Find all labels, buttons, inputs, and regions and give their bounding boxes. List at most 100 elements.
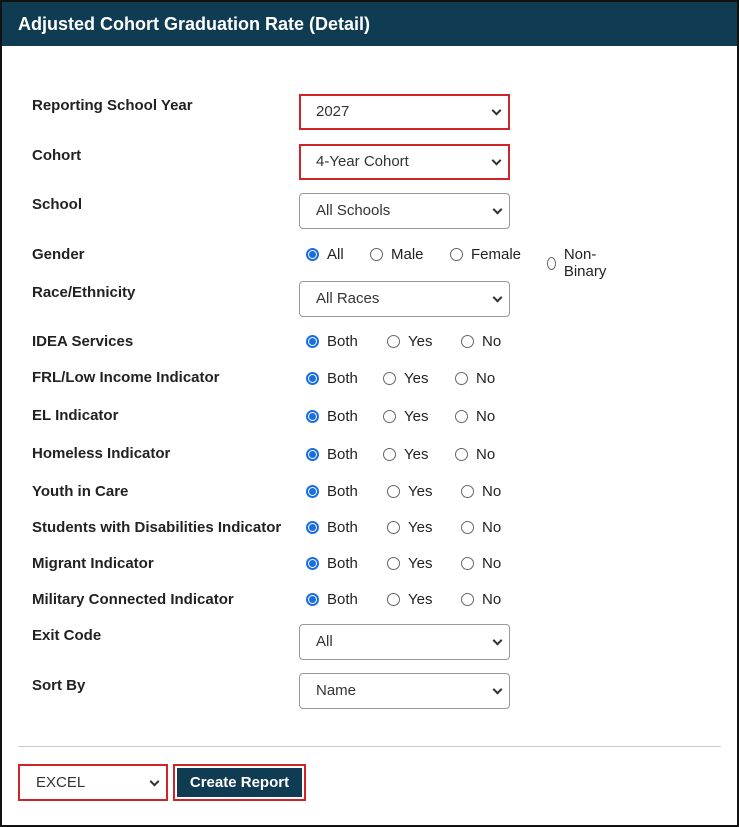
homeless-option-no[interactable]: No [455,446,495,463]
chevron-down-icon [491,155,502,166]
chevron-down-icon [492,635,503,646]
migrant-option-yes[interactable]: Yes [387,555,432,572]
option-label: No [476,370,496,387]
gender-option-female[interactable]: Female [450,246,521,263]
radio-icon[interactable] [461,557,474,570]
option-label: Yes [404,370,429,387]
radio-icon[interactable] [450,248,463,261]
reporting-school-year-value: 2027 [316,103,350,120]
option-label: Yes [408,333,433,350]
option-label: Both [327,519,358,536]
gender-option-all[interactable]: All [306,246,344,263]
radio-icon[interactable] [387,485,400,498]
race-ethnicity-value: All Races [316,290,380,307]
radio-checked-icon[interactable] [306,372,319,385]
option-label: Both [327,483,358,500]
swd-option-yes[interactable]: Yes [387,519,432,536]
el-option-both[interactable]: Both [306,408,358,425]
create-report-button[interactable]: Create Report [173,764,306,801]
el-option-yes[interactable]: Yes [383,408,428,425]
radio-icon[interactable] [383,372,396,385]
radio-icon[interactable] [387,557,400,570]
military-label: Military Connected Indicator [32,591,234,608]
radio-icon[interactable] [455,448,468,461]
reporting-school-year-select[interactable]: 2027 [299,94,510,130]
school-select[interactable]: All Schools [299,193,510,229]
report-panel: Adjusted Cohort Graduation Rate (Detail)… [0,0,739,827]
youth-option-no[interactable]: No [461,483,501,500]
gender-option-male[interactable]: Male [370,246,424,263]
radio-icon[interactable] [461,485,474,498]
military-option-no[interactable]: No [461,591,501,608]
idea-option-yes[interactable]: Yes [387,333,432,350]
exit-code-select[interactable]: All [299,624,510,660]
el-option-no[interactable]: No [455,408,495,425]
option-label: No [476,408,496,425]
frl-option-no[interactable]: No [455,370,495,387]
radio-checked-icon[interactable] [306,485,319,498]
radio-icon[interactable] [461,521,474,534]
cohort-select[interactable]: 4-Year Cohort [299,144,510,180]
military-option-yes[interactable]: Yes [387,591,432,608]
migrant-option-both[interactable]: Both [306,555,358,572]
option-label: Male [391,246,424,263]
radio-checked-icon[interactable] [306,335,319,348]
race-ethnicity-label: Race/Ethnicity [32,284,136,301]
option-label: Both [327,408,358,425]
radio-icon[interactable] [383,410,396,423]
chevron-down-icon [149,776,160,787]
radio-checked-icon[interactable] [306,557,319,570]
option-label: No [482,519,502,536]
exit-code-value: All [316,633,333,650]
sort-by-value: Name [316,682,357,699]
radio-checked-icon[interactable] [306,410,319,423]
radio-icon[interactable] [455,410,468,423]
option-label: Yes [404,446,429,463]
military-option-both[interactable]: Both [306,591,358,608]
youth-option-both[interactable]: Both [306,483,358,500]
frl-option-both[interactable]: Both [306,370,358,387]
youth-option-yes[interactable]: Yes [387,483,432,500]
el-label: EL Indicator [32,407,119,424]
radio-checked-icon[interactable] [306,248,319,261]
school-value: All Schools [316,202,391,219]
divider [18,746,721,747]
radio-icon[interactable] [383,448,396,461]
radio-icon[interactable] [461,593,474,606]
option-label: No [476,446,496,463]
youth-in-care-label: Youth in Care [32,483,129,500]
idea-option-no[interactable]: No [461,333,501,350]
idea-option-both[interactable]: Both [306,333,358,350]
swd-label: Students with Disabilities Indicator [32,519,282,536]
panel-title: Adjusted Cohort Graduation Rate (Detail) [2,2,737,46]
sort-by-select[interactable]: Name [299,673,510,709]
frl-option-yes[interactable]: Yes [383,370,428,387]
option-label: Both [327,333,358,350]
radio-icon[interactable] [455,372,468,385]
swd-option-both[interactable]: Both [306,519,358,536]
gender-option-non-binary[interactable]: Non-Binary [547,246,611,280]
homeless-label: Homeless Indicator [32,445,171,462]
radio-icon[interactable] [387,335,400,348]
race-ethnicity-select[interactable]: All Races [299,281,510,317]
swd-option-no[interactable]: No [461,519,501,536]
migrant-option-no[interactable]: No [461,555,501,572]
chevron-down-icon [491,105,502,116]
reporting-school-year-label: Reporting School Year [32,97,193,114]
radio-icon[interactable] [387,521,400,534]
option-label: Both [327,591,358,608]
radio-checked-icon[interactable] [306,521,319,534]
radio-checked-icon[interactable] [306,448,319,461]
homeless-option-both[interactable]: Both [306,446,358,463]
sort-by-label: Sort By [32,677,86,694]
report-format-select[interactable]: EXCEL [18,764,168,801]
radio-icon[interactable] [547,256,556,270]
radio-icon[interactable] [461,335,474,348]
radio-icon[interactable] [370,248,383,261]
radio-checked-icon[interactable] [306,593,319,606]
radio-icon[interactable] [387,593,400,606]
chevron-down-icon [492,204,503,215]
school-label: School [32,196,83,213]
homeless-option-yes[interactable]: Yes [383,446,428,463]
option-label: Yes [408,591,433,608]
